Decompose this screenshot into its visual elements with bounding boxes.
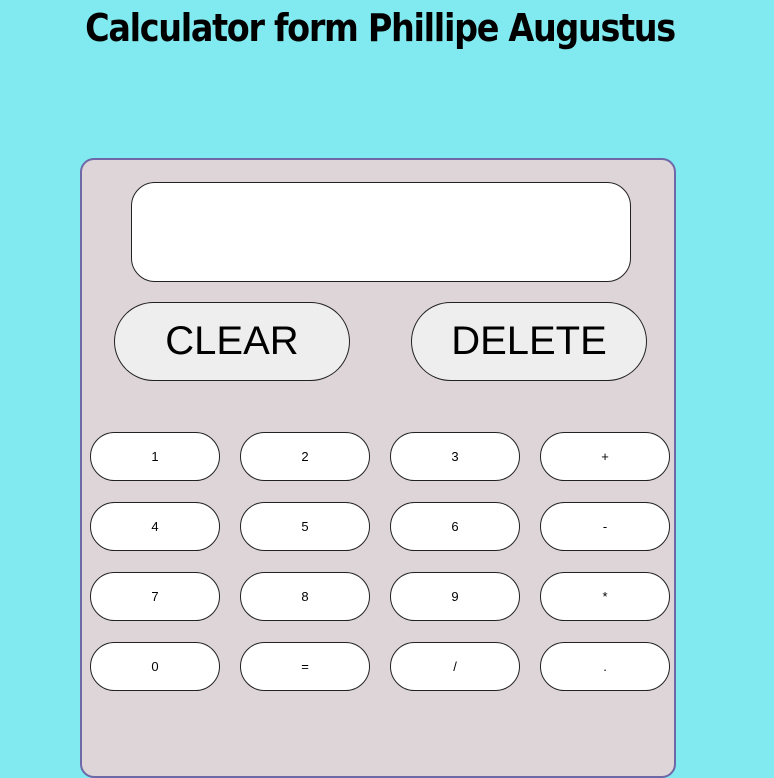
page-title: Calculator form Phillipe Augustus [85,6,676,50]
key-7-button[interactable]: 7 [90,572,220,621]
key-minus-button[interactable]: - [540,502,670,551]
delete-button[interactable]: DELETE [411,302,647,381]
calculator-body: CLEAR DELETE 1 2 3 + 4 5 6 - 7 8 9 * 0 =… [80,158,676,778]
key-8-button[interactable]: 8 [240,572,370,621]
key-divide-button[interactable]: / [390,642,520,691]
key-5-button[interactable]: 5 [240,502,370,551]
calculator-display[interactable] [131,182,631,282]
key-4-button[interactable]: 4 [90,502,220,551]
key-1-button[interactable]: 1 [90,432,220,481]
key-2-button[interactable]: 2 [240,432,370,481]
key-equals-button[interactable]: = [240,642,370,691]
key-multiply-button[interactable]: * [540,572,670,621]
key-3-button[interactable]: 3 [390,432,520,481]
key-0-button[interactable]: 0 [90,642,220,691]
key-6-button[interactable]: 6 [390,502,520,551]
key-9-button[interactable]: 9 [390,572,520,621]
key-plus-button[interactable]: + [540,432,670,481]
clear-button[interactable]: CLEAR [114,302,350,381]
key-decimal-button[interactable]: . [540,642,670,691]
